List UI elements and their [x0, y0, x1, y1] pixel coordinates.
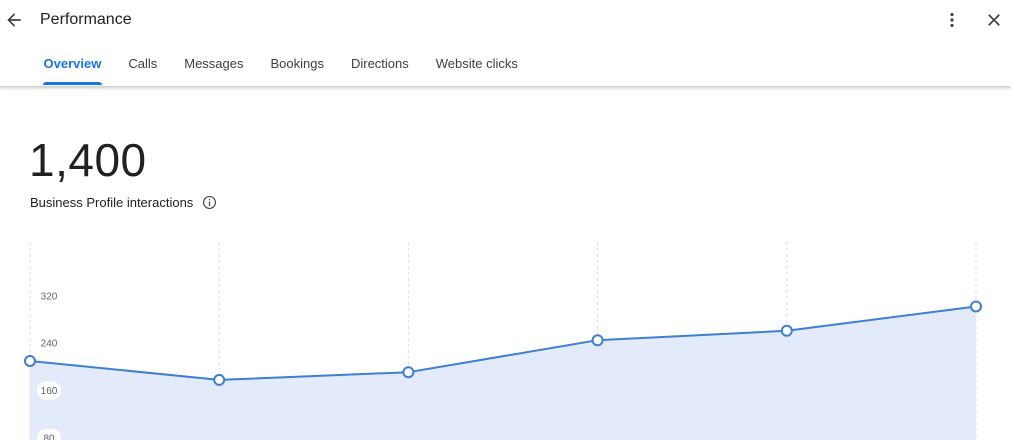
tab-overview[interactable]: Overview — [30, 48, 115, 86]
tab-bar: Overview Calls Messages Bookings Directi… — [30, 48, 531, 86]
chart-point-0[interactable] — [24, 354, 36, 367]
y-tick-160: 160 — [37, 381, 61, 400]
y-tick-label: 80 — [43, 434, 55, 440]
tab-website-clicks[interactable]: Website clicks — [422, 48, 531, 86]
y-tick-label: 160 — [41, 386, 58, 397]
close-icon — [988, 14, 1000, 26]
arrow-back-icon — [7, 13, 21, 27]
chart-area — [30, 306, 976, 440]
back-button[interactable] — [2, 8, 26, 32]
y-tick-240: 240 — [37, 334, 61, 353]
y-tick-label: 320 — [41, 291, 58, 302]
app-header: Performance Overview Calls Messages Book… — [0, 0, 1011, 86]
more-options-button[interactable] — [940, 8, 964, 32]
tab-directions[interactable]: Directions — [337, 48, 422, 86]
chart-point-1[interactable] — [213, 373, 226, 386]
chart-point-5[interactable] — [970, 300, 982, 313]
close-button[interactable] — [982, 8, 1006, 32]
tab-calls[interactable]: Calls — [115, 48, 171, 86]
tab-bookings[interactable]: Bookings — [257, 48, 337, 86]
y-tick-320: 320 — [37, 286, 61, 305]
chart-point-4[interactable] — [780, 324, 793, 337]
page-title: Performance — [40, 11, 132, 28]
tab-messages[interactable]: Messages — [171, 48, 257, 86]
chart-point-3[interactable] — [591, 334, 604, 347]
y-tick-label: 240 — [41, 339, 58, 350]
chart-point-2[interactable] — [402, 366, 415, 379]
more-vert-icon — [950, 13, 954, 27]
